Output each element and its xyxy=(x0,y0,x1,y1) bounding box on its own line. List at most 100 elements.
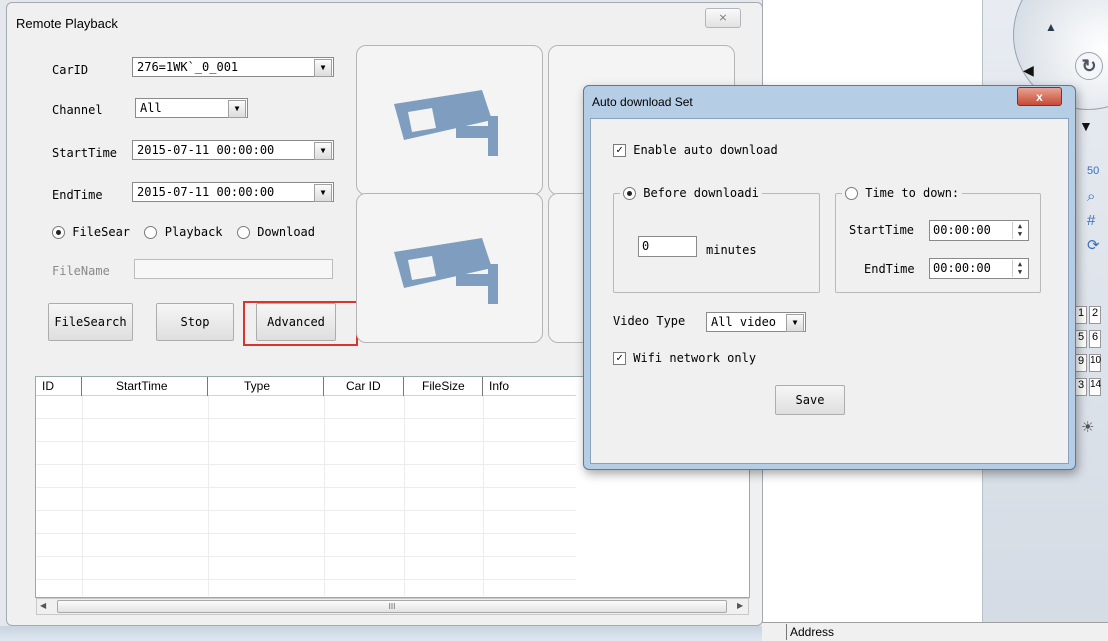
grid-line xyxy=(36,533,576,534)
spinner-arrows-icon[interactable]: ▲ ▼ xyxy=(1012,222,1027,239)
search-icon[interactable]: ⌕ xyxy=(1087,188,1095,205)
chevron-down-icon[interactable]: ▼ xyxy=(314,142,332,160)
wifi-only-checkbox[interactable]: ✓ Wifi network only xyxy=(613,351,756,365)
video-type-select[interactable]: All video ▼ xyxy=(706,312,806,332)
status-address: Address xyxy=(790,625,835,639)
scroll-thumb[interactable]: III xyxy=(57,600,727,613)
video-type-label: Video Type xyxy=(613,314,686,328)
time-to-download-radio[interactable]: Time to down: xyxy=(842,186,963,200)
radio-label: Playback xyxy=(164,225,223,239)
video-tile[interactable] xyxy=(356,193,543,343)
channel-number[interactable]: 5 xyxy=(1075,330,1087,348)
mode-radio-group: FileSear Playback Download xyxy=(52,225,315,239)
radio-playback[interactable]: Playback xyxy=(144,225,223,239)
column-header-id[interactable]: ID xyxy=(36,377,82,396)
arrow-up-icon[interactable]: ▲ xyxy=(1045,20,1057,34)
horizontal-scrollbar[interactable]: ◀ III ▶ xyxy=(36,598,749,615)
taskbar-strip xyxy=(0,626,762,641)
radio-selected-icon[interactable] xyxy=(623,187,636,200)
endtime-value: 2015-07-11 00:00:00 xyxy=(137,185,275,199)
close-button[interactable]: ⨯ xyxy=(705,8,741,28)
column-header-type[interactable]: Type xyxy=(208,377,324,396)
close-icon: ⨯ xyxy=(718,12,728,24)
dialog-close-button[interactable]: x xyxy=(1017,87,1062,106)
scroll-right-icon[interactable]: ▶ xyxy=(737,601,743,610)
grid-line xyxy=(36,510,576,511)
endtime-label: EndTime xyxy=(52,188,103,202)
grid-icon[interactable]: # xyxy=(1087,212,1095,229)
stop-button[interactable]: Stop xyxy=(156,303,234,341)
enable-auto-download-checkbox[interactable]: ✓ Enable auto download xyxy=(613,143,778,157)
channel-number[interactable]: 6 xyxy=(1089,330,1101,348)
spinner-value: 00:00:00 xyxy=(933,261,991,275)
grid-line xyxy=(208,396,209,596)
endtime-picker[interactable]: 2015-07-11 00:00:00 ▼ xyxy=(132,182,334,202)
window-title: Remote Playback xyxy=(16,16,118,31)
checkbox-label: Wifi network only xyxy=(633,351,757,365)
radio-label: Download xyxy=(257,225,315,239)
grid-line xyxy=(404,396,405,596)
dialog-endtime-spinner[interactable]: 00:00:00 ▲ ▼ xyxy=(929,258,1029,279)
channel-number[interactable]: 1 xyxy=(1075,306,1087,324)
filesearch-button[interactable]: FileSearch xyxy=(48,303,133,341)
grid-line xyxy=(36,556,576,557)
refresh-icon[interactable]: ↻ xyxy=(1075,52,1103,80)
table-header: ID StartTime Type Car ID FileSize Info xyxy=(36,377,576,396)
before-download-radio[interactable]: Before downloadi xyxy=(620,186,762,200)
video-type-value: All video xyxy=(711,315,777,329)
sync-icon[interactable]: ⟳ xyxy=(1087,236,1100,254)
channel-number[interactable]: 2 xyxy=(1089,306,1101,324)
column-header-filesize[interactable]: FileSize xyxy=(404,377,483,396)
spinner-arrows-icon[interactable]: ▲ ▼ xyxy=(1012,260,1027,277)
camera-icon xyxy=(394,238,498,304)
column-header-info[interactable]: Info xyxy=(483,377,576,396)
carid-label: CarID xyxy=(52,63,89,77)
save-button[interactable]: Save xyxy=(775,385,845,415)
radio-icon[interactable] xyxy=(845,187,858,200)
zoom-50-icon[interactable]: 50 xyxy=(1087,165,1099,177)
dialog-starttime-spinner[interactable]: 00:00:00 ▲ ▼ xyxy=(929,220,1029,241)
carid-select[interactable]: 276=1WK`_0_001 ▼ xyxy=(132,57,334,77)
starttime-label: StartTime xyxy=(52,146,118,160)
radio-download[interactable]: Download xyxy=(236,225,315,239)
minutes-input[interactable]: 0 xyxy=(638,236,697,257)
grid-line xyxy=(36,487,576,488)
filename-input[interactable] xyxy=(134,259,333,279)
scroll-left-icon[interactable]: ◀ xyxy=(40,601,46,610)
radio-selected-icon[interactable] xyxy=(52,226,65,239)
column-header-carid[interactable]: Car ID xyxy=(324,377,404,396)
light-icon[interactable]: ☀ xyxy=(1081,418,1094,436)
chevron-down-icon[interactable]: ▼ xyxy=(314,184,332,202)
channel-number[interactable]: 3 xyxy=(1075,378,1087,396)
video-tile[interactable] xyxy=(356,45,543,195)
chevron-down-icon[interactable]: ▼ xyxy=(228,100,246,118)
chevron-down-icon[interactable]: ▼ xyxy=(786,314,804,332)
grid-line xyxy=(36,441,576,442)
carid-value: 276=1WK`_0_001 xyxy=(137,60,239,74)
grid-line xyxy=(483,396,484,596)
channel-select[interactable]: All ▼ xyxy=(135,98,248,118)
arrow-left-icon[interactable]: ◀ xyxy=(1023,62,1034,79)
radio-filesearch[interactable]: FileSear xyxy=(52,225,130,239)
starttime-picker[interactable]: 2015-07-11 00:00:00 ▼ xyxy=(132,140,334,160)
radio-label: FileSear xyxy=(72,225,131,239)
radio-icon[interactable] xyxy=(144,226,158,239)
channel-number[interactable]: 9 xyxy=(1075,354,1087,372)
channel-number-list: 1 2 5 6 9 10 3 14 xyxy=(1075,306,1108,396)
camera-icon xyxy=(394,90,498,156)
radio-icon[interactable] xyxy=(236,226,250,239)
channel-number[interactable]: 14 xyxy=(1089,378,1101,396)
highlight-box xyxy=(243,301,358,346)
filename-label: FileName xyxy=(52,264,110,278)
channel-number[interactable]: 10 xyxy=(1089,354,1101,372)
chevron-down-icon[interactable]: ▼ xyxy=(314,59,332,77)
arrow-down-icon[interactable]: ▼ xyxy=(1079,118,1093,134)
checkbox-checked-icon[interactable]: ✓ xyxy=(613,144,626,157)
spinner-value: 00:00:00 xyxy=(933,223,991,237)
column-header-starttime[interactable]: StartTime xyxy=(82,377,208,396)
dialog-starttime-label: StartTime xyxy=(849,223,915,237)
checkbox-checked-icon[interactable]: ✓ xyxy=(613,352,626,365)
grid-line xyxy=(324,396,325,596)
grid-line xyxy=(82,396,83,596)
close-icon: x xyxy=(1036,90,1043,104)
